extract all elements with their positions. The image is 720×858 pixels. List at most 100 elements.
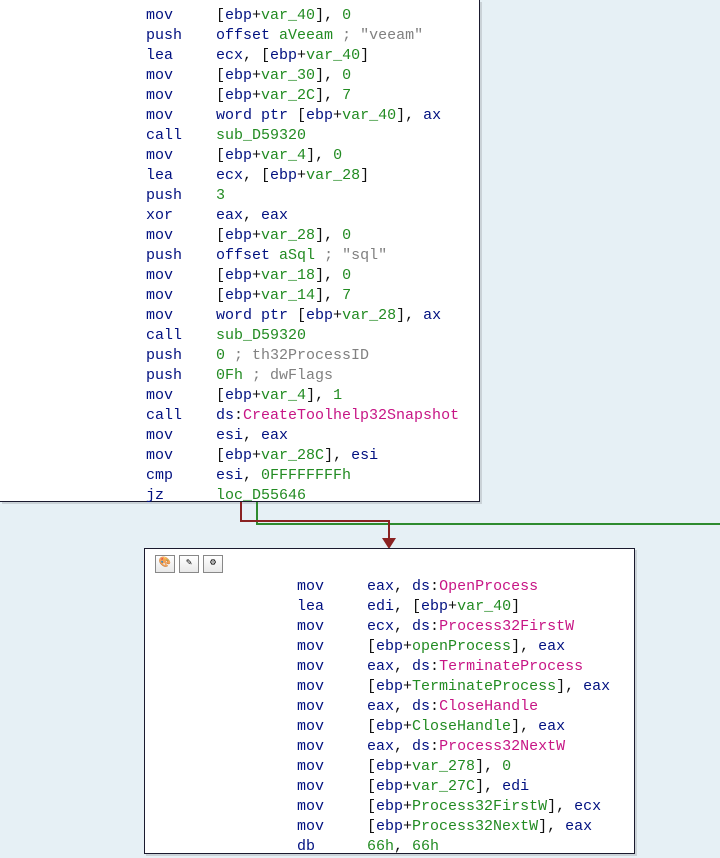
operand-txt: + <box>252 7 261 24</box>
operand-txt: [ <box>367 778 376 795</box>
asm-line[interactable]: cmpesi, 0FFFFFFFFh <box>146 466 469 486</box>
asm-line[interactable]: moveax, ds:Process32NextW <box>297 737 624 757</box>
operand-reg: eax <box>367 578 394 595</box>
operand-api: Process32FirstW <box>439 618 574 635</box>
toolbar-color-icon[interactable]: 🎨 <box>155 555 175 573</box>
asm-line[interactable]: movword ptr [ebp+var_28], ax <box>146 306 469 326</box>
operand-txt: [ <box>367 638 376 655</box>
operand-lbl: var_4 <box>261 147 306 164</box>
asm-line[interactable]: movecx, ds:Process32FirstW <box>297 617 624 637</box>
operand-lbl: Process32FirstW <box>412 798 547 815</box>
operand-reg: ebp <box>306 107 333 124</box>
operand-reg: ax <box>423 107 441 124</box>
operand-txt: + <box>252 67 261 84</box>
operand-lbl: var_4 <box>261 387 306 404</box>
asm-line[interactable]: push3 <box>146 186 469 206</box>
asm-line[interactable]: callds:CreateToolhelp32Snapshot <box>146 406 469 426</box>
operand-txt: [ <box>216 67 225 84</box>
operand-txt: , <box>394 618 412 635</box>
asm-line[interactable]: xoreax, eax <box>146 206 469 226</box>
operand-reg: ebp <box>225 147 252 164</box>
operand-lbl: var_14 <box>261 287 315 304</box>
asm-line[interactable]: mov[ebp+var_278], 0 <box>297 757 624 777</box>
asm-line[interactable]: movword ptr [ebp+var_40], ax <box>146 106 469 126</box>
asm-line[interactable]: mov[ebp+var_30], 0 <box>146 66 469 86</box>
operand-api: OpenProcess <box>439 578 538 595</box>
asm-line[interactable]: push0Fh ; dwFlags <box>146 366 469 386</box>
asm-line[interactable]: mov[ebp+var_28C], esi <box>146 446 469 466</box>
asm-line[interactable]: moveax, ds:CloseHandle <box>297 697 624 717</box>
operand-lbl: TerminateProcess <box>412 678 556 695</box>
asm-line[interactable]: jzloc_D55646 <box>146 486 469 506</box>
asm-line[interactable]: mov[ebp+var_27C], edi <box>297 777 624 797</box>
asm-line[interactable]: pushoffset aVeeam ; "veeam" <box>146 26 469 46</box>
operand-txt: , <box>394 578 412 595</box>
operand-txt: + <box>448 598 457 615</box>
asm-line[interactable]: pushoffset aSql ; "sql" <box>146 246 469 266</box>
asm-line[interactable]: db66h, 66h <box>297 837 624 857</box>
mnemonic: mov <box>297 817 367 837</box>
operand-lbl: loc_D55646 <box>216 487 306 504</box>
operand-num: 0 <box>342 7 351 24</box>
operand-txt: ], <box>324 447 351 464</box>
asm-line[interactable]: mov[ebp+CloseHandle], eax <box>297 717 624 737</box>
operand-txt: [ <box>288 307 306 324</box>
mnemonic: cmp <box>146 466 216 486</box>
asm-line[interactable]: moveax, ds:OpenProcess <box>297 577 624 597</box>
mnemonic: mov <box>146 146 216 166</box>
operand-reg: ecx <box>216 47 243 64</box>
asm-line[interactable]: push0 ; th32ProcessID <box>146 346 469 366</box>
operand-txt: ], <box>396 307 423 324</box>
operand-txt: : <box>430 738 439 755</box>
mnemonic: mov <box>297 777 367 797</box>
asm-line[interactable]: leaedi, [ebp+var_40] <box>297 597 624 617</box>
asm-line[interactable]: mov[ebp+var_18], 0 <box>146 266 469 286</box>
operand-cmt: ; th32ProcessID <box>234 347 369 364</box>
operand-txt: ], <box>315 267 342 284</box>
mnemonic: lea <box>297 597 367 617</box>
mnemonic: mov <box>146 266 216 286</box>
disassembly-block-1: mov[ebp+var_40], 0pushoffset aVeeam ; "v… <box>0 0 480 502</box>
mnemonic: push <box>146 246 216 266</box>
operand-txt: [ <box>288 107 306 124</box>
operand-txt: + <box>403 678 412 695</box>
mnemonic: push <box>146 366 216 386</box>
asm-line[interactable]: mov[ebp+var_14], 7 <box>146 286 469 306</box>
asm-line[interactable]: mov[ebp+var_40], 0 <box>146 6 469 26</box>
operand-reg: ebp <box>376 718 403 735</box>
operand-txt: + <box>403 778 412 795</box>
asm-line[interactable]: leaecx, [ebp+var_28] <box>146 166 469 186</box>
asm-line[interactable]: mov[ebp+var_4], 0 <box>146 146 469 166</box>
operand-reg: eax <box>583 678 610 695</box>
asm-line[interactable]: mov[ebp+Process32FirstW], ecx <box>297 797 624 817</box>
operand-txt: + <box>297 47 306 64</box>
operand-reg: ebp <box>376 758 403 775</box>
operand-txt: ], <box>396 107 423 124</box>
operand-num: 1 <box>333 387 342 404</box>
operand-txt: + <box>252 387 261 404</box>
operand-reg: ebp <box>376 818 403 835</box>
toolbar-edit-icon[interactable]: ✎ <box>179 555 199 573</box>
asm-line[interactable]: leaecx, [ebp+var_40] <box>146 46 469 66</box>
operand-txt: , [ <box>243 167 270 184</box>
asm-line[interactable]: mov[ebp+var_2C], 7 <box>146 86 469 106</box>
mnemonic: mov <box>146 286 216 306</box>
mnemonic: mov <box>146 226 216 246</box>
asm-line[interactable]: mov[ebp+var_28], 0 <box>146 226 469 246</box>
asm-line[interactable]: callsub_D59320 <box>146 326 469 346</box>
operand-txt: + <box>403 718 412 735</box>
asm-line[interactable]: mov[ebp+Process32NextW], eax <box>297 817 624 837</box>
operand-txt: [ <box>216 267 225 284</box>
operand-txt: + <box>252 87 261 104</box>
asm-line[interactable]: mov[ebp+openProcess], eax <box>297 637 624 657</box>
operand-txt: , [ <box>394 598 421 615</box>
asm-line[interactable]: mov[ebp+TerminateProcess], eax <box>297 677 624 697</box>
operand-txt: + <box>403 758 412 775</box>
operand-lbl: var_278 <box>412 758 475 775</box>
asm-line[interactable]: movesi, eax <box>146 426 469 446</box>
asm-line[interactable]: mov[ebp+var_4], 1 <box>146 386 469 406</box>
asm-line[interactable]: moveax, ds:TerminateProcess <box>297 657 624 677</box>
toolbar-gear-icon[interactable]: ⚙ <box>203 555 223 573</box>
asm-line[interactable]: callsub_D59320 <box>146 126 469 146</box>
operand-txt: + <box>297 167 306 184</box>
